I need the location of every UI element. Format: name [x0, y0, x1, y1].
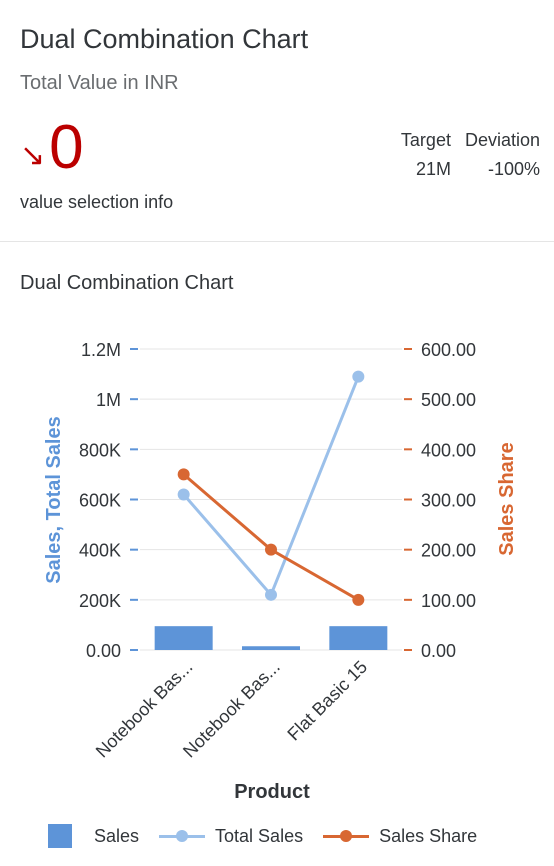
x-axis-title: Product: [234, 781, 310, 803]
legend-label-total-sales: Total Sales: [215, 825, 304, 846]
target-deviation: Target 21M Deviation -100%: [401, 130, 540, 180]
deviation-label: Deviation: [464, 130, 540, 150]
card-subtitle: Total Value in INR: [20, 72, 179, 94]
y-tick-label: 400K: [79, 541, 121, 561]
deviation-column: Deviation -100%: [465, 130, 540, 180]
x-tick-label: Flat Basic 15: [283, 657, 371, 745]
line-marker-icon: [323, 824, 370, 848]
legend-item-sales-share[interactable]: Sales Share: [323, 824, 477, 848]
legend-label-sales: Sales: [94, 825, 140, 846]
dual-combination-chart[interactable]: 0.00 200K 400K 600K 800K 1M 1.2M 0.00 100.00 200…: [0, 300, 554, 820]
y2-tick-label: 600.00: [421, 340, 476, 360]
bar-swatch-icon: [48, 824, 72, 848]
total-sales-point[interactable]: [352, 370, 365, 383]
y2-tick-label: 400.00: [421, 440, 476, 460]
target-value: 21M: [415, 159, 451, 179]
sales-share-point[interactable]: [265, 543, 277, 556]
kpi-header[interactable]: Dual Combination Chart Total Value in IN…: [0, 0, 554, 241]
target-label: Target: [400, 130, 451, 150]
legend-label-sales-share: Sales Share: [379, 825, 478, 846]
y2-axis-title: Sales Share: [496, 442, 518, 555]
y2-tick-label: 200.00: [421, 541, 476, 561]
y2-tick-label: 100.00: [421, 591, 476, 611]
sales-bar[interactable]: [154, 626, 213, 650]
deviation-value: -100%: [487, 159, 540, 179]
sales-share-point[interactable]: [177, 468, 190, 481]
sales-bar[interactable]: [242, 646, 300, 650]
target-column: Target 21M: [401, 130, 451, 180]
total-sales-point[interactable]: [177, 488, 190, 501]
y-tick-label: 600K: [79, 491, 121, 511]
legend-item-total-sales[interactable]: Total Sales: [159, 824, 303, 848]
sales-share-line: [182, 473, 360, 602]
header-divider: [0, 241, 554, 242]
y-tick-label: 0.00: [86, 641, 121, 661]
line-marker-icon: [159, 824, 206, 848]
y-tick-label: 800K: [79, 440, 121, 460]
y-axis-title: Sales, Total Sales: [43, 416, 65, 584]
card-title: Dual Combination Chart: [20, 24, 309, 54]
arrow-down-right-icon: ↘: [20, 138, 46, 172]
total-sales-line: [182, 376, 360, 598]
sales-share-point[interactable]: [352, 593, 365, 606]
y-tick-label: 200K: [79, 591, 121, 611]
y2-tick-label: 500.00: [421, 390, 476, 410]
chart-title: Dual Combination Chart: [20, 272, 234, 294]
legend-item-sales[interactable]: Sales: [48, 824, 139, 848]
y-tick-label: 1M: [96, 390, 121, 410]
total-sales-point[interactable]: [265, 588, 277, 601]
y2-tick-label: 0.00: [421, 641, 456, 661]
y-tick-label: 1.2M: [81, 340, 121, 360]
sales-bar[interactable]: [329, 626, 388, 650]
y2-tick-label: 300.00: [421, 491, 476, 511]
kpi-block: ↘ 0: [20, 112, 84, 184]
kpi-value: 0: [49, 113, 84, 182]
value-selection-info: value selection info: [20, 192, 174, 212]
chart-legend: Sales Total Sales Sales Share: [48, 824, 497, 848]
